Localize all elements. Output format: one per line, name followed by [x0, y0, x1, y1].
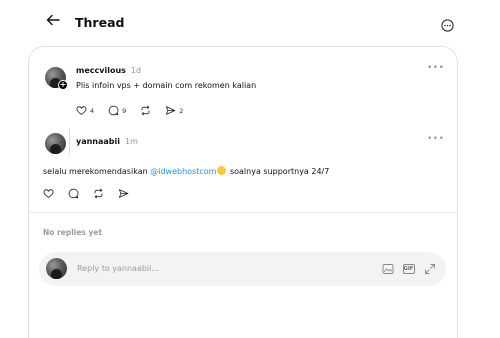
page-title: Thread	[75, 15, 125, 30]
more-circle-icon[interactable]	[441, 19, 454, 32]
like-button[interactable]: 4	[76, 105, 94, 116]
comment-icon	[108, 105, 119, 116]
share-icon	[118, 189, 129, 198]
reply-actions	[43, 188, 143, 199]
expand-icon	[424, 263, 435, 274]
repost-button[interactable]	[93, 188, 104, 199]
back-arrow-icon[interactable]	[45, 12, 61, 28]
repost-button[interactable]	[140, 105, 151, 116]
heart-icon	[76, 106, 87, 115]
ellipsis-icon[interactable]: •••	[427, 134, 444, 144]
image-icon	[382, 263, 393, 274]
repost-icon	[141, 105, 150, 116]
comment-icon	[68, 188, 79, 199]
post-actions: 4 9 2	[76, 105, 197, 116]
comment-button[interactable]	[68, 188, 79, 199]
reply-text-after: soalnya supportnya 24/7	[227, 167, 330, 176]
gif-icon: GIF	[402, 263, 415, 274]
reply-placeholder: Reply to yannaabii...	[77, 264, 160, 273]
reply-input[interactable]: Reply to yannaabii... GIF	[39, 252, 446, 286]
like-button[interactable]	[43, 188, 54, 199]
reply-text-before: selalu merekomendasikan	[43, 167, 151, 176]
no-replies-label: No replies yet	[43, 228, 103, 237]
comment-button[interactable]: 9	[108, 105, 126, 116]
reply-time: 1m	[125, 137, 138, 146]
like-count: 4	[90, 106, 95, 115]
comment-count: 9	[122, 106, 127, 115]
attach-image-button[interactable]	[381, 262, 394, 275]
avatar[interactable]	[45, 133, 66, 154]
grin-emoji-icon	[217, 166, 227, 175]
reply-tools: GIF	[373, 262, 436, 275]
post-content: Plis infoin vps + domain com rekomen kal…	[76, 81, 257, 90]
share-icon	[166, 106, 176, 115]
divider	[29, 212, 457, 213]
reply-content: selalu merekomendasikan @idwebhostcom so…	[43, 166, 329, 176]
header: Thread	[0, 0, 500, 46]
username-text[interactable]: yannaabii	[76, 137, 120, 146]
repost-icon	[94, 188, 103, 199]
post-username[interactable]: meccvilous 1d	[76, 66, 141, 75]
username-text[interactable]: meccvilous	[76, 66, 126, 75]
share-button[interactable]	[118, 188, 129, 199]
mention-link[interactable]: @idwebhostcom	[150, 167, 216, 176]
post-time: 1d	[130, 66, 142, 75]
expand-button[interactable]	[423, 262, 436, 275]
avatar	[46, 258, 67, 279]
share-button[interactable]: 2	[165, 105, 183, 116]
reply-post[interactable]: yannaabii 1m ••• selalu merekomendasikan …	[29, 129, 457, 211]
share-count: 2	[179, 106, 184, 115]
thread-card: + meccvilous 1d Plis infoin vps + domain …	[28, 46, 458, 338]
ellipsis-icon[interactable]: •••	[427, 63, 444, 73]
gif-button[interactable]: GIF	[402, 262, 415, 275]
heart-icon	[43, 189, 54, 198]
plus-badge-icon[interactable]: +	[58, 80, 68, 90]
reply-username[interactable]: yannaabii 1m	[76, 137, 138, 146]
